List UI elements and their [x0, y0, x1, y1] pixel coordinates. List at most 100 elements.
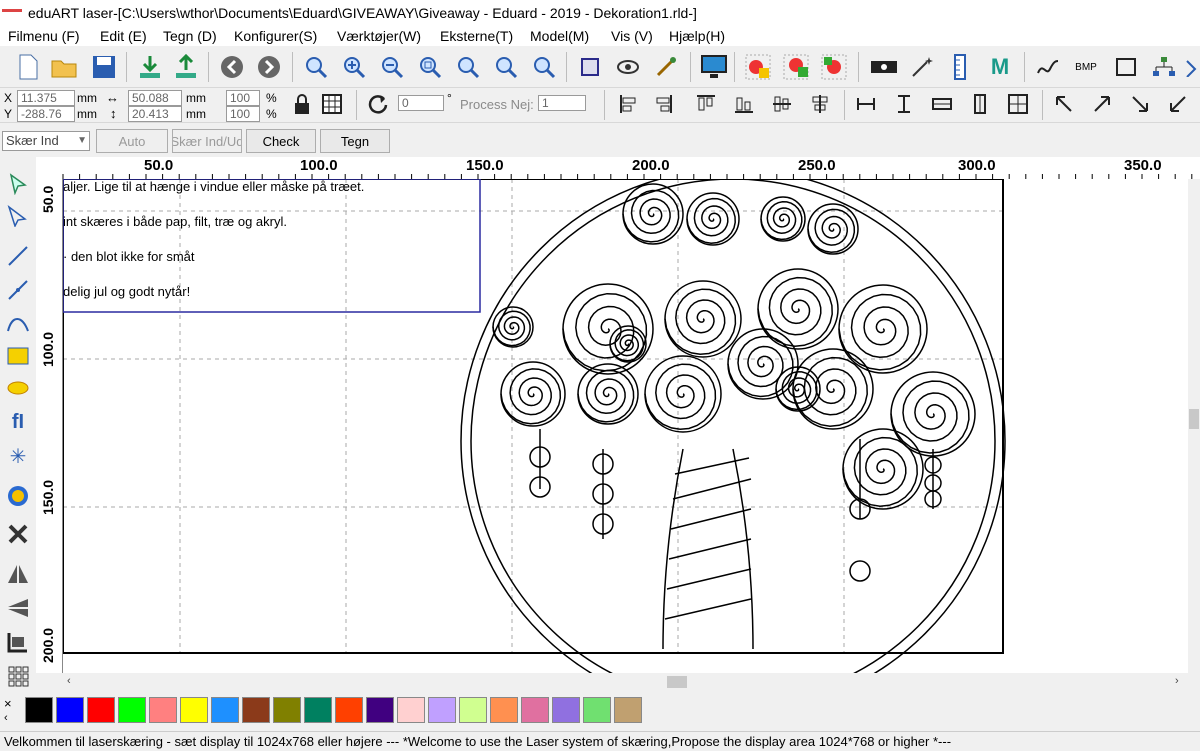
height-field[interactable]: 20.413 [128, 106, 182, 122]
zoom-in-icon[interactable] [338, 51, 370, 83]
magic-wand-icon[interactable] [906, 51, 938, 83]
layer-icon-3[interactable] [818, 51, 850, 83]
color-swatch[interactable] [490, 697, 518, 723]
menu-edit[interactable]: Edit (E) [100, 28, 147, 44]
same-height-icon[interactable] [890, 89, 918, 119]
bezier-tool-icon[interactable] [4, 310, 32, 338]
eye-icon[interactable] [612, 51, 644, 83]
x-position-field[interactable]: 11.375 [17, 90, 75, 106]
save-icon[interactable] [88, 51, 120, 83]
bmp-icon[interactable]: BMP [1070, 51, 1102, 83]
same-width-icon[interactable] [852, 89, 880, 119]
rectangle-icon[interactable] [1110, 51, 1142, 83]
vertical-scroll-thumb[interactable] [1189, 409, 1199, 429]
ruler-icon[interactable] [944, 51, 976, 83]
align-tool-icon[interactable] [4, 628, 32, 656]
align-top-icon[interactable] [692, 89, 720, 119]
color-swatch[interactable] [304, 697, 332, 723]
zoom-fit-icon[interactable] [452, 51, 484, 83]
node-edit-icon[interactable] [4, 202, 32, 230]
menu-draw[interactable]: Tegn (D) [163, 28, 217, 44]
ellipse-tool-icon[interactable] [4, 374, 32, 402]
monitor-icon[interactable] [698, 51, 730, 83]
arrow-bottom-left-icon[interactable] [1164, 89, 1192, 119]
select-arrow-icon[interactable] [4, 170, 32, 198]
layer-icon-1[interactable] [742, 51, 774, 83]
color-swatch[interactable] [211, 697, 239, 723]
color-swatch[interactable] [87, 697, 115, 723]
align-center-v-icon[interactable] [768, 89, 796, 119]
back-icon[interactable] [216, 51, 248, 83]
horizontal-scroll-thumb[interactable] [667, 676, 687, 688]
color-swatch[interactable] [180, 697, 208, 723]
color-swatch[interactable] [149, 697, 177, 723]
rotate-angle-field[interactable]: 0 [398, 95, 444, 111]
draw-button[interactable]: Tegn [320, 129, 390, 153]
cut-in-out-button[interactable]: Skær Ind/Ud [172, 129, 242, 153]
new-file-icon[interactable] [12, 51, 44, 83]
menu-tools[interactable]: Værktøjer(W) [337, 28, 421, 44]
color-swatch[interactable] [25, 697, 53, 723]
menu-view[interactable]: Vis (V) [611, 28, 653, 44]
menu-external[interactable]: Eksterne(T) [440, 28, 513, 44]
horizontal-scrollbar[interactable]: ‹ › [63, 673, 1200, 689]
color-swatch[interactable] [459, 697, 487, 723]
process-field[interactable]: 1 [538, 95, 586, 111]
star-tool-icon[interactable]: ✳ [4, 442, 32, 470]
menu-help[interactable]: Hjælp(H) [669, 28, 725, 44]
color-swatch[interactable] [242, 697, 270, 723]
align-right-icon[interactable] [650, 89, 678, 119]
color-swatch[interactable] [614, 697, 642, 723]
color-swatch[interactable] [335, 697, 363, 723]
color-swatch[interactable] [397, 697, 425, 723]
lock-icon[interactable] [288, 89, 316, 119]
open-folder-icon[interactable] [48, 51, 80, 83]
menu-file[interactable]: Filmenu (F) [8, 28, 80, 44]
drawing-canvas[interactable]: aljer. Lige til at hænge i vindue eller … [63, 179, 1188, 673]
rotate-icon[interactable] [364, 89, 392, 119]
menu-configure[interactable]: Konfigurer(S) [234, 28, 317, 44]
width-field[interactable]: 50.088 [128, 90, 182, 106]
export-icon[interactable] [170, 51, 202, 83]
frame-icon[interactable] [574, 51, 606, 83]
color-swatch[interactable] [366, 697, 394, 723]
y-position-field[interactable]: -288.76 [17, 106, 75, 122]
color-swatch[interactable] [521, 697, 549, 723]
color-swatch[interactable] [118, 697, 146, 723]
color-swatch[interactable] [56, 697, 84, 723]
tree-structure-icon[interactable] [1148, 51, 1180, 83]
arrow-top-right-icon[interactable] [1088, 89, 1116, 119]
scale-y-field[interactable]: 100 [226, 106, 260, 122]
menu-model[interactable]: Model(M) [530, 28, 589, 44]
align-center-h-icon[interactable] [806, 89, 834, 119]
zoom-page-icon[interactable] [414, 51, 446, 83]
array-tool-icon[interactable] [4, 662, 32, 690]
more-tools-icon[interactable] [1184, 51, 1200, 83]
brush-icon[interactable] [650, 51, 682, 83]
color-swatch[interactable] [273, 697, 301, 723]
rectangle-tool-icon[interactable] [4, 342, 32, 370]
model-m-icon[interactable]: M [984, 51, 1016, 83]
layer-icon-2[interactable] [780, 51, 812, 83]
distribute-h-icon[interactable] [928, 89, 956, 119]
zoom-out-icon[interactable] [376, 51, 408, 83]
color-swatch[interactable] [552, 697, 580, 723]
bitmap-tool-icon[interactable] [4, 482, 32, 510]
center-page-icon[interactable] [1004, 89, 1032, 119]
scale-x-field[interactable]: 100 [226, 90, 260, 106]
arrow-bottom-right-icon[interactable] [1126, 89, 1154, 119]
laser-device-icon[interactable] [868, 51, 900, 83]
mirror-h-icon[interactable] [4, 560, 32, 588]
auto-button[interactable]: Auto [96, 129, 168, 153]
align-bottom-icon[interactable] [730, 89, 758, 119]
vertical-scrollbar[interactable] [1188, 179, 1200, 673]
curve-icon[interactable] [1032, 51, 1064, 83]
palette-arrow-icon[interactable]: ‹ [4, 712, 8, 724]
line-tool-icon[interactable] [4, 242, 32, 270]
align-left-icon[interactable] [614, 89, 642, 119]
scroll-left-icon[interactable]: ‹ [67, 675, 71, 687]
polyline-tool-icon[interactable] [4, 276, 32, 304]
cut-mode-select[interactable]: Skær Ind ▼ [2, 131, 90, 151]
grid-icon[interactable] [318, 89, 346, 119]
mirror-v-icon[interactable] [4, 594, 32, 622]
